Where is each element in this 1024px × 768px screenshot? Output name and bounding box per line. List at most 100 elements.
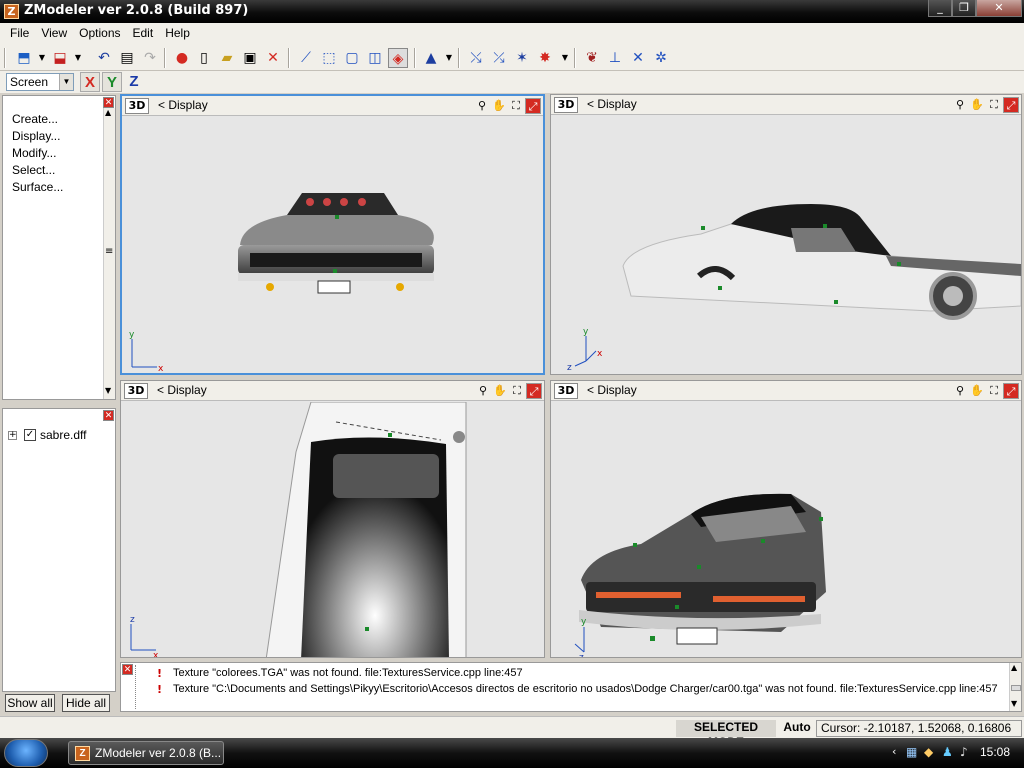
redo-icon[interactable]: ↷ [140, 48, 160, 68]
messenger-icon[interactable]: ♟ [942, 745, 953, 759]
viewport-top[interactable]: 3D < Display ⚲ ✋ ⛶ ⤢ x z [120, 380, 545, 658]
scroll-thumb[interactable] [1011, 685, 1021, 691]
viewport-canvas[interactable]: x y [122, 117, 543, 373]
close-panel-icon[interactable]: ✕ [103, 97, 114, 108]
viewport-side[interactable]: 3D < Display ⚲ ✋ ⛶ ⤢ x y z [550, 94, 1022, 375]
axis-z-toggle[interactable]: Z [124, 72, 144, 92]
figure-tool-icon[interactable]: ✶ [512, 48, 532, 68]
scroll-down-icon[interactable]: ▼ [1011, 699, 1017, 708]
record-icon[interactable]: ● [172, 48, 192, 68]
viewport-mode-button[interactable]: 3D [554, 97, 578, 113]
minimize-button[interactable]: _ [928, 0, 952, 17]
viewport-canvas[interactable]: y z [551, 402, 1021, 657]
skin-dropdown-icon[interactable]: ▼ [555, 48, 575, 68]
zoom-icon[interactable]: ⚲ [952, 383, 968, 399]
delete-icon[interactable]: ✕ [263, 48, 283, 68]
viewport-mode-button[interactable]: 3D [124, 383, 148, 399]
axis-tool-icon[interactable]: ⊥ [605, 48, 625, 68]
menu-file[interactable]: File [4, 23, 35, 44]
chevron-down-icon[interactable]: ▼ [59, 74, 73, 90]
magnet-tool-icon[interactable]: ❦ [582, 48, 602, 68]
command-modify[interactable]: Modify... [12, 146, 56, 160]
pan-hand-icon[interactable]: ✋ [491, 98, 507, 114]
show-all-button[interactable]: Show all [5, 694, 55, 712]
command-surface[interactable]: Surface... [12, 180, 63, 194]
axis-y-toggle[interactable]: Y [102, 72, 122, 92]
zoom-extents-icon[interactable]: ⛶ [508, 98, 524, 114]
close-log-icon[interactable]: ✕ [122, 664, 133, 675]
taskbar-zmodeler-button[interactable]: Z ZModeler ver 2.0.8 (B... [68, 741, 224, 765]
zoom-icon[interactable]: ⚲ [474, 98, 490, 114]
tree-item-sabre[interactable]: sabre.dff [40, 428, 86, 442]
edge-mode-icon[interactable]: ⬚ [319, 48, 339, 68]
zoom-icon[interactable]: ⚲ [475, 383, 491, 399]
menu-edit[interactable]: Edit [127, 23, 160, 44]
save-icon[interactable]: ▣ [240, 48, 260, 68]
menu-view[interactable]: View [35, 23, 73, 44]
pan-hand-icon[interactable]: ✋ [969, 97, 985, 113]
scale-tool-icon[interactable]: ✕ [628, 48, 648, 68]
close-button[interactable]: ✕ [976, 0, 1022, 17]
maximize-viewport-icon[interactable]: ⤢ [1003, 383, 1019, 399]
move-tool-icon[interactable]: ⤰ [489, 48, 509, 68]
maximize-viewport-icon[interactable]: ⤢ [525, 98, 541, 114]
volume-icon[interactable]: ♪ [960, 745, 968, 759]
security-icon[interactable]: ◆ [924, 745, 933, 759]
open-folder-icon[interactable]: ▰ [217, 48, 237, 68]
export-icon[interactable]: ⬓ [50, 48, 70, 68]
zoom-extents-icon[interactable]: ⛶ [509, 383, 525, 399]
viewport-mode-button[interactable]: 3D [125, 98, 149, 114]
skin-tool-icon[interactable]: ✸ [535, 48, 555, 68]
auto-status[interactable]: Auto [780, 720, 814, 737]
viewport-display-menu[interactable]: < Display [587, 97, 637, 111]
viewport-canvas[interactable]: x z [121, 402, 544, 657]
zoom-extents-icon[interactable]: ⛶ [986, 97, 1002, 113]
undo-icon[interactable]: ↶ [94, 48, 114, 68]
viewport-mode-button[interactable]: 3D [554, 383, 578, 399]
scroll-down-icon[interactable]: ▼ [105, 386, 111, 395]
rotate-tool-icon[interactable]: ✲ [651, 48, 671, 68]
pick-tool-icon[interactable]: ⤯ [466, 48, 486, 68]
viewport-display-menu[interactable]: < Display [587, 383, 637, 397]
pan-hand-icon[interactable]: ✋ [969, 383, 985, 399]
viewport-canvas[interactable]: x y z [551, 116, 1021, 374]
new-file-icon[interactable]: ▯ [194, 48, 214, 68]
tray-expand-icon[interactable]: ‹ [892, 745, 896, 758]
log-scrollbar[interactable]: ▲ ▼ [1009, 663, 1021, 711]
viewport-display-menu[interactable]: < Display [157, 383, 207, 397]
selection-mode-icon[interactable]: ◈ [388, 48, 408, 68]
object-mode-icon[interactable]: ◫ [365, 48, 385, 68]
windows-start-icon[interactable] [4, 739, 48, 767]
command-panel-scrollbar[interactable]: ▲ ≡ ▼ [103, 108, 115, 399]
export-dropdown-icon[interactable]: ▼ [68, 48, 88, 68]
network-icon[interactable]: ▦ [906, 745, 917, 759]
import-icon[interactable]: ⬒ [14, 48, 34, 68]
command-select[interactable]: Select... [12, 163, 55, 177]
history-icon[interactable]: ▤ [117, 48, 137, 68]
import-dropdown-icon[interactable]: ▼ [32, 48, 52, 68]
menu-help[interactable]: Help [159, 23, 196, 44]
command-create[interactable]: Create... [12, 112, 58, 126]
maximize-button[interactable]: ❐ [952, 0, 976, 17]
maximize-viewport-icon[interactable]: ⤢ [526, 383, 542, 399]
hide-all-button[interactable]: Hide all [62, 694, 110, 712]
face-mode-icon[interactable]: ▢ [342, 48, 362, 68]
close-panel-icon[interactable]: ✕ [103, 410, 114, 421]
scroll-up-icon[interactable]: ▲ [105, 108, 111, 117]
menu-options[interactable]: Options [73, 23, 126, 44]
visibility-checkbox[interactable]: ✓ [24, 429, 36, 441]
pan-hand-icon[interactable]: ✋ [492, 383, 508, 399]
cone-tool-icon[interactable]: ▲ [421, 48, 441, 68]
splitter-grip-icon[interactable]: ≡ [105, 246, 113, 257]
coordinate-system-select[interactable]: Screen ▼ [6, 73, 74, 91]
vertex-mode-icon[interactable]: ⟋ [296, 48, 316, 68]
maximize-viewport-icon[interactable]: ⤢ [1003, 97, 1019, 113]
command-display[interactable]: Display... [12, 129, 60, 143]
taskbar-clock[interactable]: 15:08 [980, 745, 1010, 759]
zoom-extents-icon[interactable]: ⛶ [986, 383, 1002, 399]
cone-dropdown-icon[interactable]: ▼ [439, 48, 459, 68]
scroll-up-icon[interactable]: ▲ [1011, 663, 1017, 672]
zoom-icon[interactable]: ⚲ [952, 97, 968, 113]
viewport-perspective[interactable]: 3D < Display ⚲ ✋ ⛶ ⤢ y z [550, 380, 1022, 658]
axis-x-toggle[interactable]: X [80, 72, 100, 92]
